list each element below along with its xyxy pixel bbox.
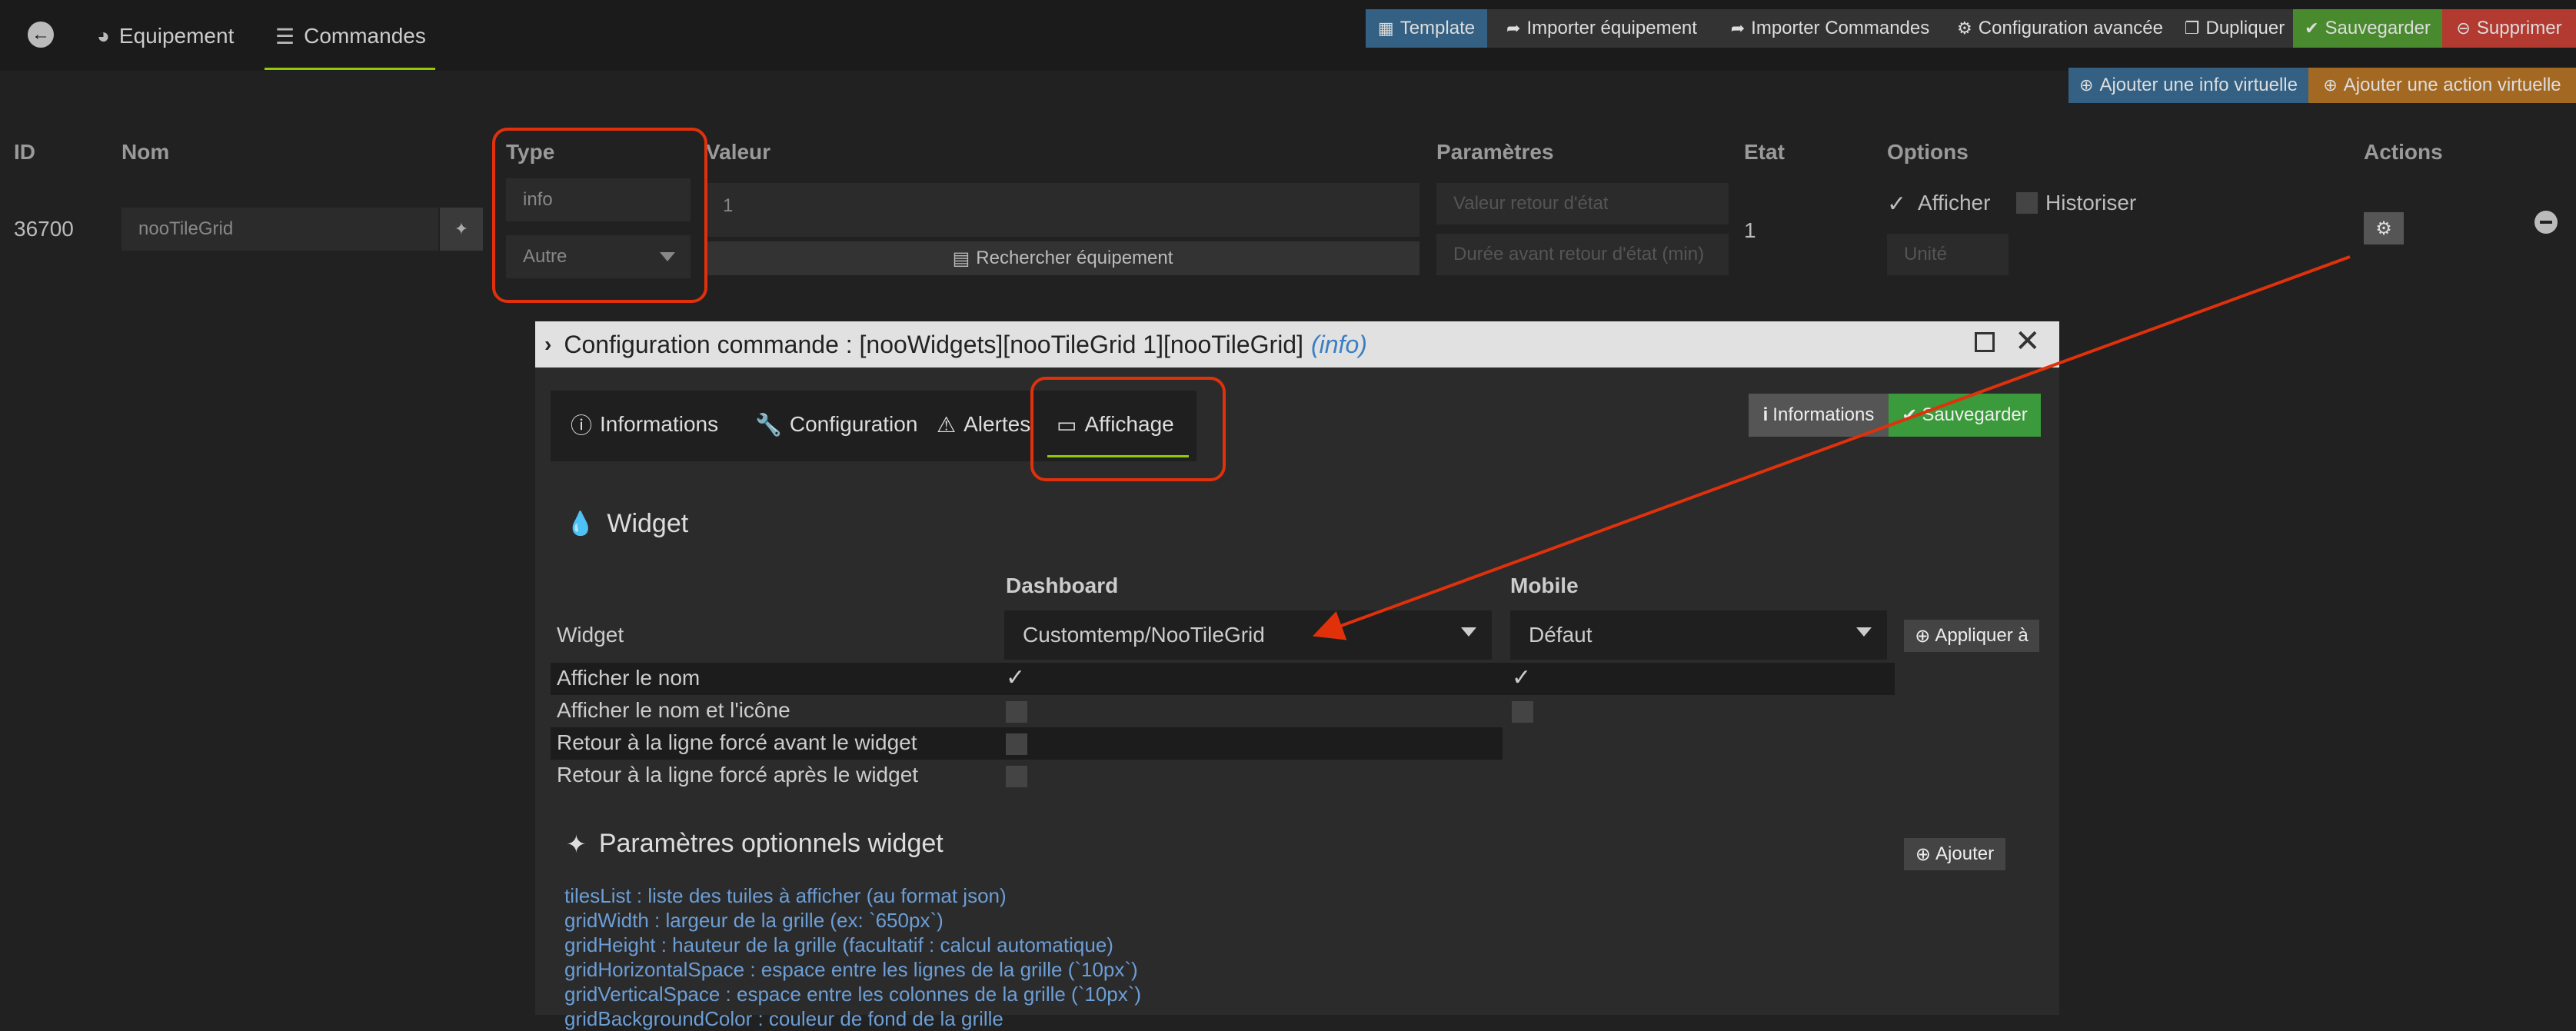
annotation-arrow (1312, 255, 2351, 640)
